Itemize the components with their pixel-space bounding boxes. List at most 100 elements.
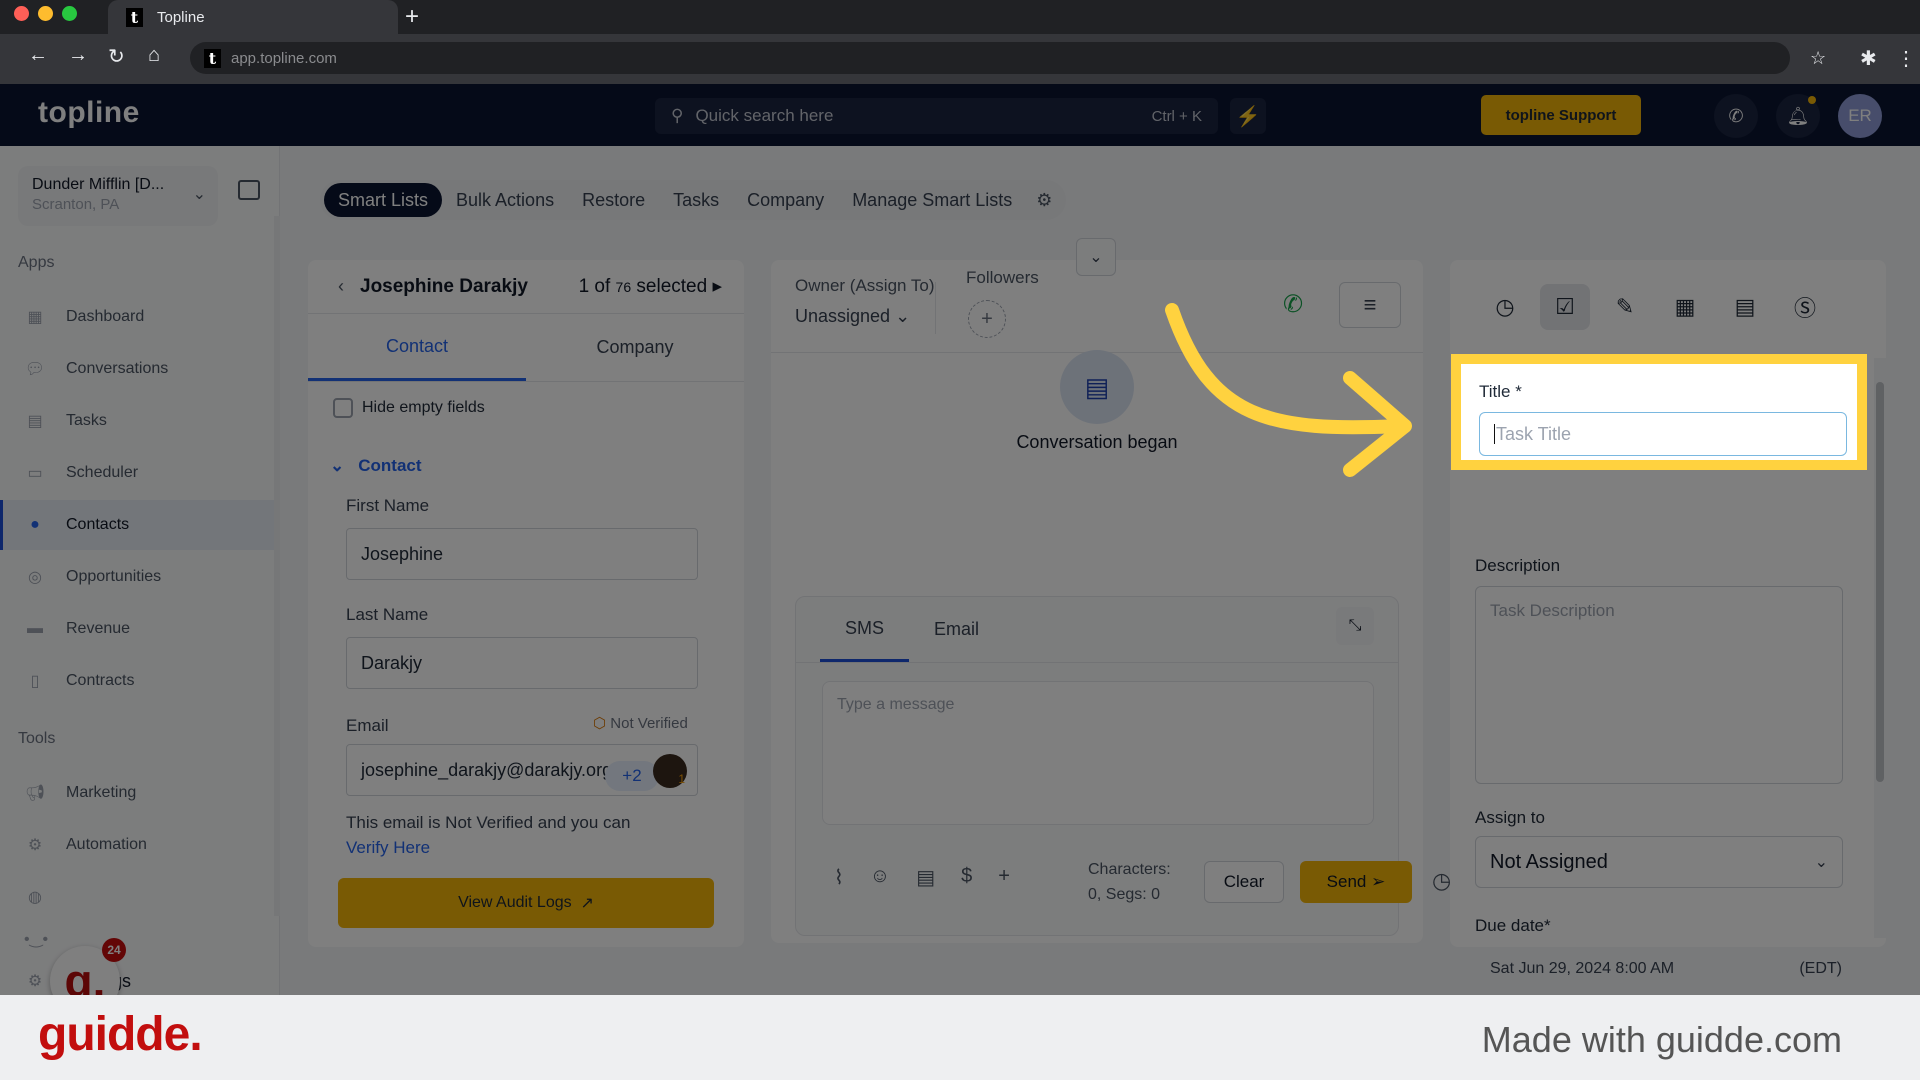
- dollar-icon[interactable]: Ⓢ: [1780, 284, 1830, 330]
- sidebar-item-dashboard[interactable]: ▦ Dashboard: [0, 292, 276, 342]
- send-button[interactable]: Send ➢: [1300, 861, 1412, 903]
- browser-tab[interactable]: t Topline: [108, 0, 398, 34]
- close-window-button[interactable]: [14, 6, 29, 21]
- address-bar[interactable]: t app.topline.com: [190, 42, 1790, 74]
- scrollbar-thumb[interactable]: [1876, 382, 1884, 782]
- contact-section-toggle[interactable]: ⌄ Contact: [330, 456, 436, 476]
- payment-dollar-icon[interactable]: $: [961, 865, 972, 890]
- pencil-icon[interactable]: ✎: [1600, 284, 1650, 330]
- quick-search-input[interactable]: ⚲ Quick search here Ctrl + K: [655, 98, 1218, 134]
- tab-bulk-actions[interactable]: Bulk Actions: [442, 183, 568, 217]
- clear-button[interactable]: Clear: [1204, 861, 1284, 903]
- sidebar-item-label: Scheduler: [66, 464, 139, 481]
- owner-assign[interactable]: Owner (Assign To) Unassigned ⌄: [795, 276, 935, 327]
- sidebar-item-label: Revenue: [66, 620, 131, 637]
- sidebar-item-marketing[interactable]: 📢︎ Marketing: [0, 768, 276, 818]
- call-phone-icon[interactable]: ✆: [1283, 290, 1303, 319]
- email-field[interactable]: josephine_darakjy@darakjy.org +2 1: [346, 744, 698, 796]
- back-chevron-icon[interactable]: ‹: [338, 276, 344, 297]
- tab-smart-lists[interactable]: Smart Lists: [324, 183, 443, 217]
- sidebar-item-automation[interactable]: ⚙ Automation: [0, 820, 276, 870]
- verify-here-link[interactable]: Verify Here: [346, 838, 430, 857]
- checkbox-label: Hide empty fields: [362, 399, 485, 416]
- topline-logo[interactable]: topline: [38, 96, 140, 130]
- forward-arrow-icon[interactable]: →: [68, 44, 88, 67]
- owner-value: Unassigned: [795, 306, 891, 326]
- minimize-composer-icon[interactable]: ⤡: [1336, 607, 1374, 645]
- sidebar-item-scheduler[interactable]: ▭ Scheduler: [0, 448, 276, 498]
- contacts-nav-tabs: Smart Lists Bulk Actions Restore Tasks C…: [320, 180, 1067, 220]
- collapse-sidebar-icon[interactable]: [238, 180, 260, 200]
- tab-restore[interactable]: Restore: [568, 183, 659, 217]
- schedule-history-icon[interactable]: ◷: [1432, 868, 1451, 894]
- extensions-puzzle-icon[interactable]: ✱: [1860, 46, 1877, 71]
- browser-menu-icon[interactable]: ⋮: [1896, 46, 1916, 71]
- template-document-icon[interactable]: ▤: [916, 865, 935, 890]
- sidebar-scrollbar[interactable]: [274, 216, 280, 916]
- tab-manage-smart-lists[interactable]: Manage Smart Lists: [838, 183, 1026, 217]
- add-follower-button[interactable]: +: [968, 300, 1006, 338]
- task-check-icon[interactable]: ☑: [1540, 284, 1590, 330]
- quick-actions-bolt-icon[interactable]: ⚡: [1230, 98, 1266, 134]
- history-icon[interactable]: ◷: [1480, 284, 1530, 330]
- view-audit-logs-button[interactable]: View Audit Logs ↗: [338, 878, 714, 928]
- calendar-icon[interactable]: ▦: [1660, 284, 1710, 330]
- settings-gear-icon[interactable]: ⚙: [1026, 190, 1062, 211]
- attachment-paperclip-icon[interactable]: ⌇: [834, 865, 844, 890]
- account-switcher[interactable]: Dunder Mifflin [D... Scranton, PA ⌄: [18, 166, 218, 226]
- tab-company[interactable]: Company: [733, 183, 838, 217]
- owner-label: Owner (Assign To): [795, 276, 935, 295]
- task-title-input[interactable]: Task Title: [1479, 412, 1847, 456]
- checkbox-box[interactable]: [333, 398, 353, 418]
- sidebar-item-opportunities[interactable]: ◎ Opportunities: [0, 552, 276, 602]
- tab-contact[interactable]: Contact: [308, 314, 526, 381]
- back-arrow-icon[interactable]: ←: [28, 44, 48, 67]
- assign-to-select[interactable]: Not Assigned ⌄: [1475, 836, 1843, 888]
- expand-chevron-button[interactable]: ⌄: [1076, 238, 1116, 276]
- home-icon[interactable]: ⌂: [148, 44, 160, 67]
- sidebar-item-revenue[interactable]: ▬ Revenue: [0, 604, 276, 654]
- more-plus-icon[interactable]: +: [998, 865, 1010, 890]
- sidebar-item-contacts[interactable]: ● Contacts: [0, 500, 276, 550]
- tab-company[interactable]: Company: [526, 314, 744, 381]
- next-contact-caret-icon[interactable]: ▸: [712, 276, 722, 297]
- new-tab-button[interactable]: +: [405, 3, 419, 31]
- sidebar-item-conversations[interactable]: 💬︎ Conversations: [0, 344, 276, 394]
- maximize-window-button[interactable]: [62, 6, 77, 21]
- owner-dropdown[interactable]: Unassigned ⌄: [795, 306, 935, 327]
- tab-sms[interactable]: SMS: [820, 597, 910, 662]
- tab-email[interactable]: Email: [909, 597, 1004, 662]
- email-avatar: 1: [653, 754, 687, 788]
- sidebar-item-label: Opportunities: [66, 568, 162, 585]
- sidebar-item-label: Marketing: [66, 784, 137, 801]
- first-name-field[interactable]: Josephine: [346, 528, 698, 580]
- message-composer: SMS Email ⤡ Type a message ⌇ ☺ ▤ $ + Cha…: [795, 596, 1412, 936]
- phone-icon[interactable]: ✆: [1714, 94, 1758, 138]
- due-date-field[interactable]: Sat Jun 29, 2024 8:00 AM (EDT): [1490, 960, 1842, 978]
- selection-counter: 1 of 76 selected ▸: [579, 275, 722, 298]
- filter-icon[interactable]: ≡: [1339, 282, 1401, 328]
- message-input[interactable]: Type a message: [822, 681, 1374, 825]
- additional-emails-badge[interactable]: +2: [605, 761, 659, 791]
- sidebar-item-contracts[interactable]: ▯ Contracts: [0, 656, 276, 706]
- task-panel-scrollbar[interactable]: [1874, 358, 1886, 938]
- bookmark-star-icon[interactable]: ☆: [1810, 48, 1826, 69]
- sidebar-item-sites[interactable]: ◍: [0, 872, 276, 922]
- user-avatar[interactable]: ER: [1838, 94, 1882, 138]
- hide-empty-fields-checkbox[interactable]: Hide empty fields: [333, 398, 485, 418]
- last-name-field[interactable]: Darakjy: [346, 637, 698, 689]
- email-status: ⬡ Not Verified: [593, 714, 688, 732]
- notifications-bell-icon[interactable]: 🔔︎: [1776, 94, 1820, 138]
- reload-icon[interactable]: ↻: [108, 44, 125, 69]
- verify-text: This email is Not Verified and you can: [346, 813, 631, 832]
- emoji-icon[interactable]: ☺: [870, 865, 890, 890]
- sidebar-item-more[interactable]: •‿•: [0, 924, 276, 954]
- task-description-input[interactable]: Task Description: [1475, 586, 1843, 784]
- sidebar-item-tasks[interactable]: ▤ Tasks: [0, 396, 276, 446]
- tab-tasks[interactable]: Tasks: [659, 183, 733, 217]
- megaphone-icon: 📢︎: [24, 785, 46, 802]
- contact-header: ‹ Josephine Darakjy 1 of 76 selected ▸: [308, 260, 744, 314]
- document-icon[interactable]: ▤: [1720, 284, 1770, 330]
- support-button[interactable]: topline Support: [1481, 95, 1641, 135]
- minimize-window-button[interactable]: [38, 6, 53, 21]
